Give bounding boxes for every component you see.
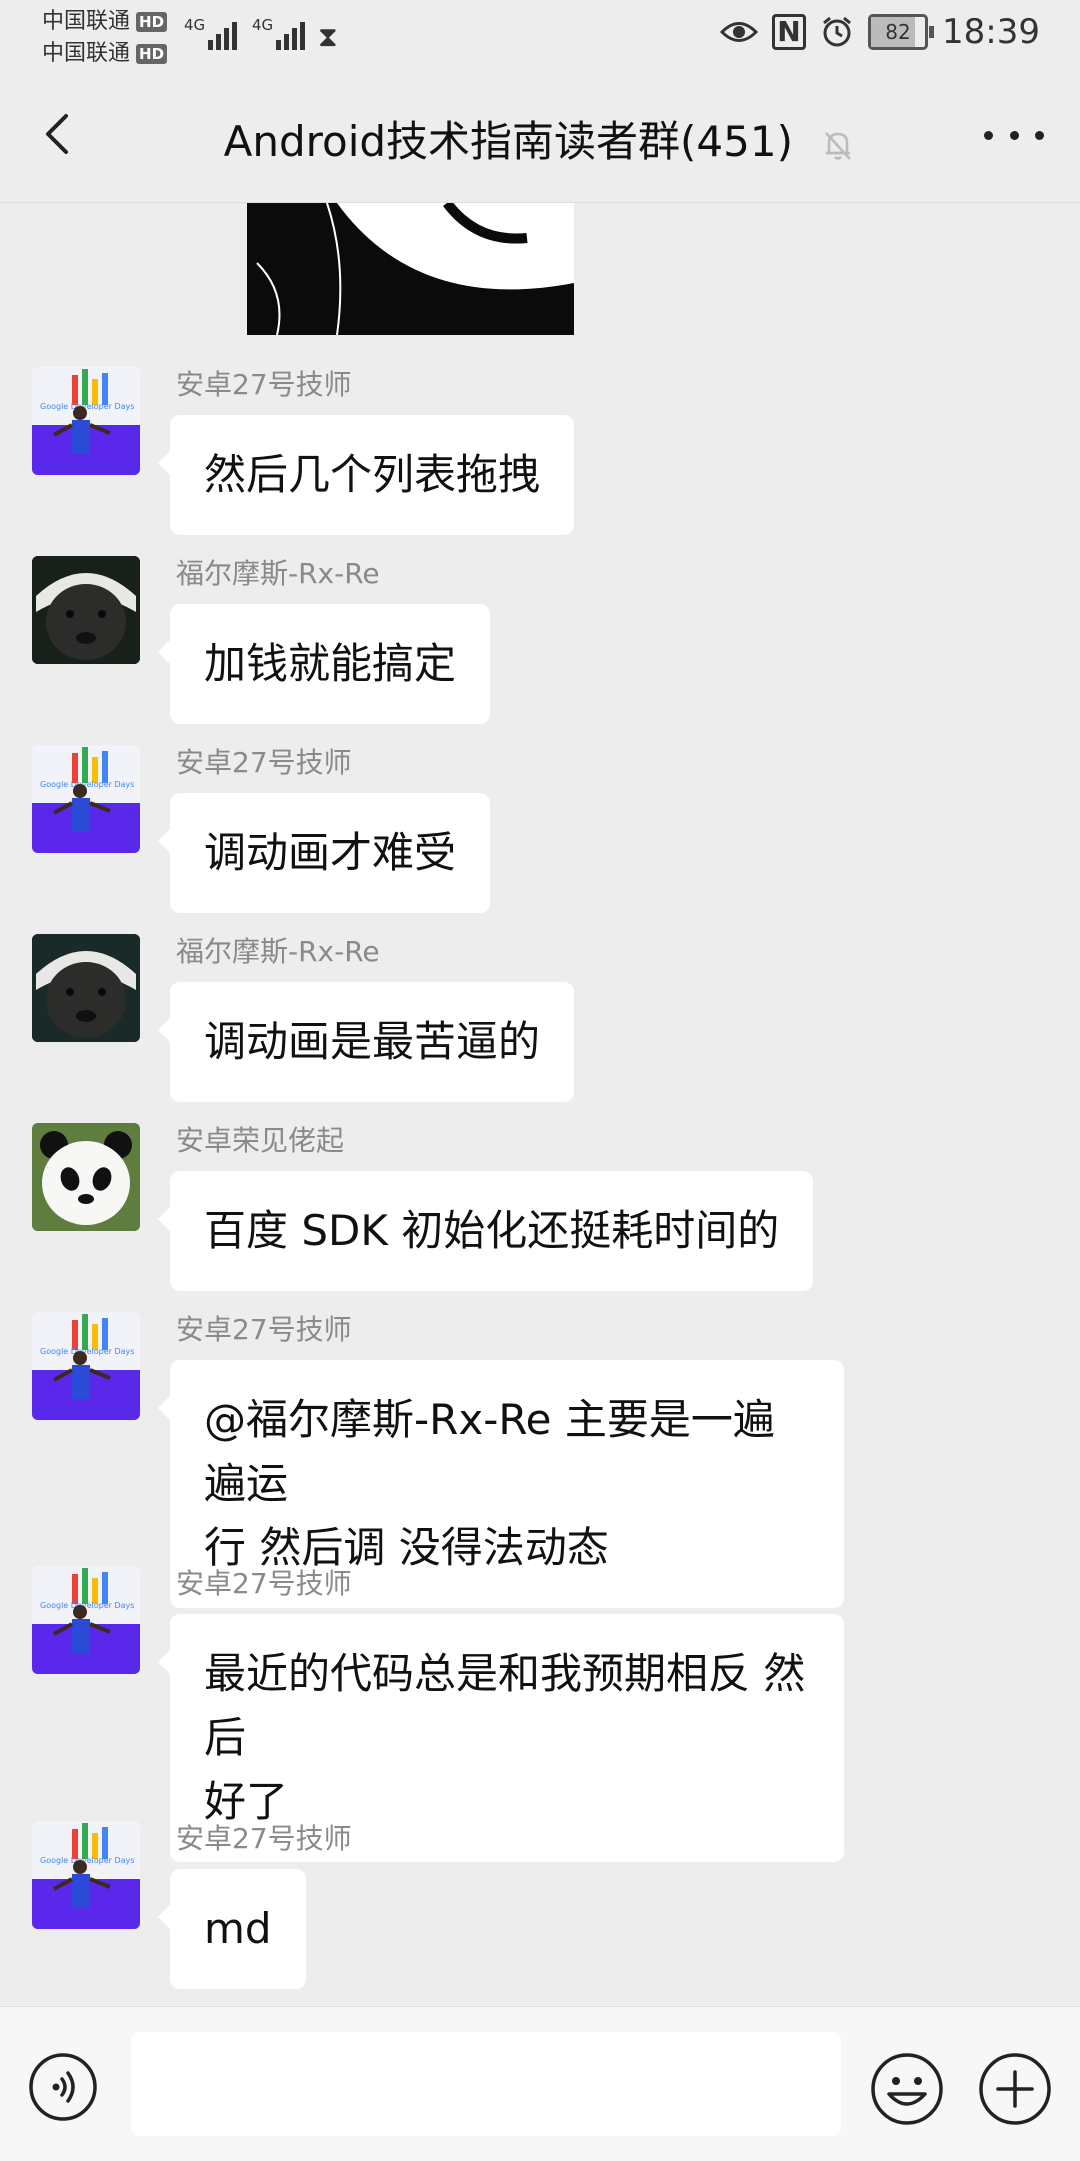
dot-icon [984, 130, 993, 140]
svg-text:Google Developer Days: Google Developer Days [40, 402, 134, 411]
mute-bell-icon [825, 131, 852, 160]
clock: 18:39 [942, 12, 1040, 52]
google-developer-days-avatar-icon: Google Developer Days [32, 1821, 140, 1929]
badger-avatar-icon [32, 934, 140, 1042]
network-type: 4G [184, 16, 206, 34]
signal-icon: 4G [184, 16, 238, 50]
chat-message: Google Developer Days 安卓27号技师 md [0, 1821, 1080, 1989]
carrier-name-2: 中国联通 [42, 41, 131, 66]
svg-text:Google Developer Days: Google Developer Days [40, 1347, 134, 1356]
avatar[interactable]: Google Developer Days [32, 1312, 140, 1420]
message-input[interactable] [131, 2032, 841, 2136]
chat-message-list[interactable]: Google Developer Days 安卓27号技师 然后几个列表拖拽 福… [0, 203, 1080, 2006]
chat-title-wrap: Android技术指南读者群(451) [0, 108, 1080, 169]
sticker-image [247, 203, 574, 335]
message-line: @福尔摩斯-Rx-Re 主要是一遍遍运 [204, 1395, 775, 1508]
hourglass-icon: ⧗ [318, 20, 338, 53]
sender-name: 安卓荣见佬起 [176, 1124, 345, 1157]
plus-icon [979, 2053, 1051, 2125]
google-developer-days-avatar-icon: Google Developer Days [32, 745, 140, 853]
dot-icon [1009, 130, 1019, 140]
google-developer-days-avatar-icon: Google Developer Days [32, 1312, 140, 1420]
voice-icon [29, 2053, 97, 2121]
sender-name: 安卓27号技师 [176, 1822, 352, 1855]
svg-text:Google Developer Days: Google Developer Days [40, 780, 134, 789]
emoji-button[interactable] [870, 2052, 944, 2126]
eye-icon [720, 22, 759, 42]
panda-avatar-icon [32, 1123, 140, 1231]
message-bubble[interactable]: 百度 SDK 初始化还挺耗时间的 [157, 1171, 814, 1291]
more-options-button[interactable] [984, 120, 1044, 150]
sender-name: 福尔摩斯-Rx-Re [176, 935, 380, 968]
google-developer-days-avatar-icon: Google Developer Days [32, 1566, 140, 1674]
sender-name: 福尔摩斯-Rx-Re [176, 557, 380, 590]
chat-message: 福尔摩斯-Rx-Re 调动画是最苦逼的 [0, 934, 1080, 1102]
sender-name: 安卓27号技师 [176, 1313, 352, 1346]
signal-icon: 4G [252, 16, 306, 50]
avatar[interactable] [32, 1123, 140, 1231]
voice-input-button[interactable] [28, 2052, 98, 2122]
avatar[interactable] [32, 934, 140, 1042]
message-bubble[interactable]: md [158, 1869, 306, 1989]
google-developer-days-avatar-icon: Google Developer Days [32, 367, 140, 475]
chat-message: 安卓荣见佬起 百度 SDK 初始化还挺耗时间的 [0, 1123, 1080, 1291]
battery-icon: 82 [868, 14, 935, 50]
chat-message: Google Developer Days 安卓27号技师 @福尔摩斯-Rx-R… [0, 1312, 1080, 1608]
status-icons: N 82 18:39 [720, 12, 1040, 52]
battery-level: 82 [885, 20, 911, 44]
more-functions-button[interactable] [978, 2052, 1052, 2126]
avatar[interactable]: Google Developer Days [32, 367, 140, 475]
emoji-icon [871, 2053, 943, 2125]
message-bubble[interactable]: 调动画才难受 [157, 793, 491, 913]
avatar[interactable]: Google Developer Days [32, 1821, 140, 1929]
svg-text:Google Developer Days: Google Developer Days [40, 1856, 134, 1865]
nfc-icon: N [772, 14, 807, 50]
dot-icon [1035, 130, 1044, 140]
avatar[interactable] [32, 556, 140, 664]
chat-message: 福尔摩斯-Rx-Re 加钱就能搞定 [0, 556, 1080, 724]
previous-image-message[interactable] [247, 203, 574, 335]
chat-header: Android技术指南读者群(451) [0, 70, 1080, 203]
carrier-name-1: 中国联通 [42, 9, 131, 34]
chat-message: Google Developer Days 安卓27号技师 然后几个列表拖拽 [0, 367, 1080, 535]
message-bubble[interactable]: 调动画是最苦逼的 [157, 982, 575, 1102]
avatar[interactable]: Google Developer Days [32, 745, 140, 853]
alarm-icon [823, 16, 851, 47]
sender-name: 安卓27号技师 [176, 1567, 352, 1600]
chat-title: Android技术指南读者群(451) [223, 117, 793, 166]
chat-message: Google Developer Days 安卓27号技师 最近的代码总是和我预… [0, 1566, 1080, 1862]
carrier-info: 中国联通 HD 中国联通 HD [42, 6, 168, 70]
status-bar: 中国联通 HD 中国联通 HD 4G 4G ⧗ N 82 18:39 [0, 0, 1080, 70]
sender-name: 安卓27号技师 [176, 746, 352, 779]
chat-message: Google Developer Days 安卓27号技师 调动画才难受 [0, 745, 1080, 913]
hd-badge: HD [136, 44, 168, 64]
message-bubble[interactable]: 然后几个列表拖拽 [157, 415, 575, 535]
hd-badge: HD [136, 12, 168, 32]
badger-avatar-icon [32, 556, 140, 664]
message-line: 最近的代码总是和我预期相反 然后 [204, 1649, 806, 1762]
network-type: 4G [252, 16, 274, 34]
message-bubble[interactable]: 加钱就能搞定 [157, 604, 491, 724]
svg-text:Google Developer Days: Google Developer Days [40, 1601, 134, 1610]
message-input-bar [0, 2006, 1080, 2161]
avatar[interactable]: Google Developer Days [32, 1566, 140, 1674]
sender-name: 安卓27号技师 [176, 368, 352, 401]
